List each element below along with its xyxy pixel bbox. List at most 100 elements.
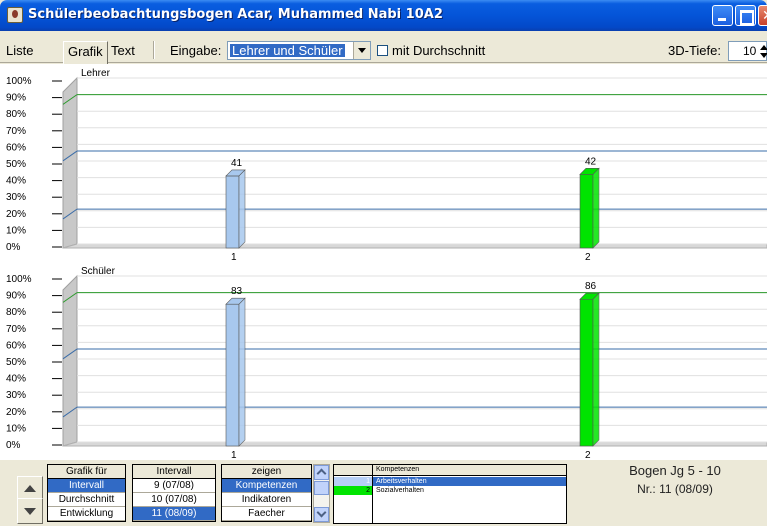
chart-lehrer-svg: 0% 10% 20% 30% 40% 50% 60% 70% 80% 90% 100% Lehrer 4… [6, 68, 767, 262]
y-tick-label: 80% [6, 307, 26, 318]
bar-value-label: 83 [231, 286, 243, 297]
bar-side [238, 297, 246, 447]
bottom-panel: Grafik für Intervall Durchschnitt Entwic… [0, 460, 767, 526]
intervall-item[interactable]: 11 (08/09) [133, 507, 215, 521]
kompetenzen-header: Kompetenzen [376, 466, 420, 473]
grafik-fuer-item[interactable]: Intervall [48, 479, 125, 493]
y-tick-label: 30% [6, 192, 26, 203]
window-title: Schülerbeobachtungsbogen Acar, Muhammed … [28, 7, 443, 22]
y-tick-label: 50% [6, 159, 26, 170]
durchschnitt-checkbox[interactable] [377, 45, 388, 56]
bar-value-label: 86 [585, 281, 597, 292]
zeigen-item[interactable]: Faecher [222, 507, 311, 521]
eingabe-select-value: Lehrer und Schüler [230, 43, 345, 58]
bar [225, 303, 240, 447]
y-tick-label: 0% [6, 440, 21, 451]
intervall-grid: Intervall 9 (07/08) 10 (07/08) 11 (08/09… [132, 464, 216, 522]
eingabe-select[interactable]: Lehrer und Schüler [227, 41, 371, 60]
bogen-label: Bogen Jg 5 - 10 [629, 463, 721, 478]
title-bar[interactable]: Schülerbeobachtungsbogen Acar, Muhammed … [0, 0, 767, 31]
grafik-fuer-header: Grafik für [48, 465, 125, 479]
move-down-button[interactable] [17, 498, 43, 524]
x-tick-label: 2 [585, 252, 591, 262]
grafik-fuer-item[interactable]: Durchschnitt [48, 493, 125, 507]
grafik-fuer-item[interactable]: Entwicklung [48, 507, 125, 521]
y-tick-label: 70% [6, 324, 26, 335]
tiefe-label: 3D-Tiefe: [668, 43, 721, 58]
y-tick-label: 20% [6, 209, 26, 220]
chart-lehrer: 0% 10% 20% 30% 40% 50% 60% 70% 80% 90% 100% Lehrer 4… [0, 64, 767, 262]
chevron-down-icon[interactable] [353, 42, 370, 59]
zeigen-header: zeigen [222, 465, 311, 479]
bar-value-label: 41 [231, 158, 243, 169]
y-tick-label: 90% [6, 93, 26, 104]
kompetenzen-grid: Kompetenzen 1 Arbeitsverhalten 2 Sozialv… [333, 464, 567, 524]
zeigen-item[interactable]: Kompetenzen [222, 479, 311, 493]
app-icon [7, 7, 23, 23]
tab-text[interactable]: Text [111, 43, 135, 58]
maximize-button[interactable] [735, 5, 756, 26]
chart-schueler: 0% 10% 20% 30% 40% 50% 60% 70% 80% 90% 100% Schüler… [0, 262, 767, 460]
bogen-number: Nr.: 11 (08/09) [637, 482, 713, 496]
y-tick-label: 10% [6, 225, 26, 236]
y-tick-label: 50% [6, 357, 26, 368]
y-tick-label: 60% [6, 340, 26, 351]
intervall-header: Intervall [133, 465, 215, 479]
zeigen-scrollbar[interactable] [313, 464, 330, 523]
kompetenz-label: Arbeitsverhalten [373, 477, 566, 486]
bar-value-label: 42 [585, 156, 597, 167]
bar [579, 298, 594, 447]
chart-floor [62, 243, 767, 249]
scroll-thumb[interactable] [314, 481, 329, 495]
bar-side [592, 167, 600, 249]
tab-liste[interactable]: Liste [6, 43, 33, 58]
bar [225, 175, 240, 249]
tab-grafik[interactable]: Grafik [63, 41, 108, 65]
chart-area: 0% 10% 20% 30% 40% 50% 60% 70% 80% 90% 100% Lehrer 4… [0, 64, 767, 460]
y-tick-label: 60% [6, 142, 26, 153]
kompetenz-label: Sozialverhalten [376, 487, 424, 494]
kompetenz-row[interactable]: 1 Arbeitsverhalten [334, 477, 566, 486]
y-tick-label: 100% [6, 274, 32, 285]
grafik-fuer-grid: Grafik für Intervall Durchschnitt Entwic… [47, 464, 126, 522]
y-tick-label: 90% [6, 291, 26, 302]
y-tick-label: 100% [6, 76, 32, 87]
tiefe-value: 10 [743, 44, 757, 58]
minimize-button[interactable] [712, 5, 733, 26]
kompetenz-row[interactable]: 2 Sozialverhalten [334, 486, 566, 495]
kompetenz-number: 2 [334, 486, 372, 495]
y-tick-label: 40% [6, 176, 26, 187]
bar-side [592, 292, 600, 447]
y-tick-label: 70% [6, 126, 26, 137]
toolbar: Liste Grafik Text Eingabe: Lehrer und Sc… [0, 31, 767, 65]
x-tick-label: 1 [231, 252, 237, 262]
bar-side [238, 169, 246, 249]
scroll-up-icon[interactable] [314, 465, 329, 480]
spinner-arrows-icon[interactable] [759, 43, 767, 60]
durchschnitt-label[interactable]: mit Durchschnitt [392, 43, 485, 58]
x-tick-label: 2 [585, 450, 591, 460]
y-tick-label: 20% [6, 407, 26, 418]
chart-title: Schüler [81, 266, 116, 277]
chart-floor [62, 441, 767, 447]
x-tick-label: 1 [231, 450, 237, 460]
scroll-down-icon[interactable] [314, 507, 329, 522]
zeigen-grid: zeigen Kompetenzen Indikatoren Faecher [221, 464, 312, 522]
bar [579, 173, 594, 249]
y-tick-label: 0% [6, 242, 21, 253]
kompetenz-number: 1 [334, 477, 372, 486]
close-button[interactable] [758, 5, 767, 26]
toolbar-separator [153, 41, 155, 59]
y-tick-label: 30% [6, 390, 26, 401]
y-tick-label: 40% [6, 374, 26, 385]
intervall-item[interactable]: 9 (07/08) [133, 479, 215, 493]
y-tick-label: 80% [6, 109, 26, 120]
kompetenzen-header-row [334, 465, 566, 476]
zeigen-item[interactable]: Indikatoren [222, 493, 311, 507]
intervall-item[interactable]: 10 (07/08) [133, 493, 215, 507]
chart-title: Lehrer [81, 68, 111, 79]
tiefe-spinner[interactable]: 10 [728, 41, 767, 61]
chart-schueler-svg: 0% 10% 20% 30% 40% 50% 60% 70% 80% 90% 100% Schüler… [6, 266, 767, 460]
eingabe-label: Eingabe: [170, 43, 222, 58]
y-tick-label: 10% [6, 423, 26, 434]
